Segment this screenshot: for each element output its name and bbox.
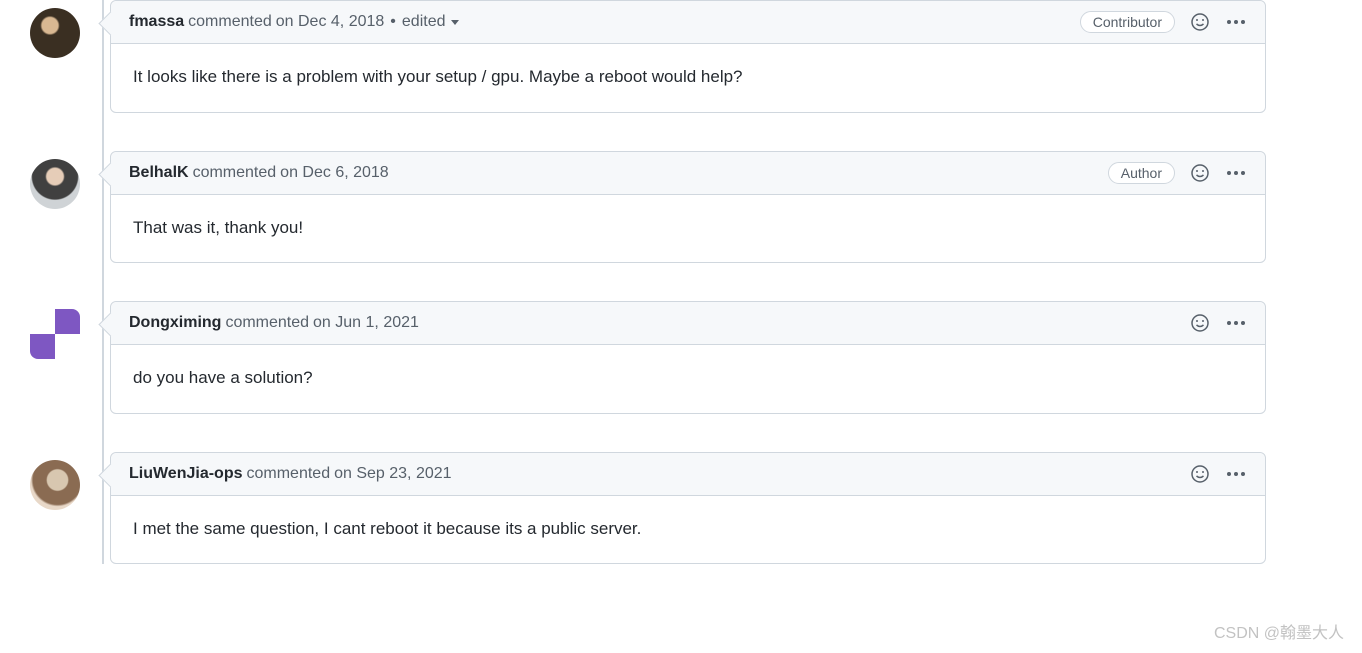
comment-meta: BelhalK commented on Dec 6, 2018 bbox=[129, 164, 389, 182]
comment-body: I met the same question, I cant reboot i… bbox=[111, 496, 1265, 564]
commented-label: commented bbox=[193, 164, 277, 182]
watermark-text: CSDN @翰墨大人 bbox=[1214, 619, 1344, 643]
author-link[interactable]: LiuWenJia-ops bbox=[129, 465, 243, 483]
comment-timeline: fmassa commented on Dec 4, 2018 • edited… bbox=[0, 0, 1362, 564]
commented-label: commented bbox=[247, 465, 331, 483]
comment-meta: fmassa commented on Dec 4, 2018 • edited bbox=[129, 13, 459, 31]
timestamp-link[interactable]: on Dec 4, 2018 bbox=[276, 13, 385, 31]
commented-label: commented bbox=[188, 13, 272, 31]
edited-dropdown[interactable]: edited bbox=[402, 13, 460, 31]
comment-actions: Author bbox=[1108, 162, 1247, 184]
comment-header: fmassa commented on Dec 4, 2018 • edited… bbox=[111, 1, 1265, 44]
comment-item: BelhalK commented on Dec 6, 2018 Author … bbox=[30, 151, 1362, 264]
comment-box: fmassa commented on Dec 4, 2018 • edited… bbox=[110, 0, 1266, 113]
author-link[interactable]: BelhalK bbox=[129, 164, 189, 182]
comment-header: LiuWenJia-ops commented on Sep 23, 2021 bbox=[111, 453, 1265, 496]
comment-actions bbox=[1189, 463, 1247, 485]
comment-item: LiuWenJia-ops commented on Sep 23, 2021 … bbox=[30, 452, 1362, 565]
timestamp-link[interactable]: on Dec 6, 2018 bbox=[280, 164, 389, 182]
caret-down-icon bbox=[451, 20, 459, 25]
emoji-react-icon[interactable] bbox=[1189, 463, 1211, 485]
kebab-menu-icon[interactable] bbox=[1225, 171, 1247, 175]
separator-dot: • bbox=[390, 13, 396, 31]
comment-header: BelhalK commented on Dec 6, 2018 Author bbox=[111, 152, 1265, 195]
comment-box: BelhalK commented on Dec 6, 2018 Author … bbox=[110, 151, 1266, 264]
comment-meta: Dongximing commented on Jun 1, 2021 bbox=[129, 314, 419, 332]
comment-body: That was it, thank you! bbox=[111, 195, 1265, 263]
comment-box: Dongximing commented on Jun 1, 2021 do y… bbox=[110, 301, 1266, 414]
role-badge: Author bbox=[1108, 162, 1175, 184]
emoji-react-icon[interactable] bbox=[1189, 11, 1211, 33]
comment-header: Dongximing commented on Jun 1, 2021 bbox=[111, 302, 1265, 345]
kebab-menu-icon[interactable] bbox=[1225, 20, 1247, 24]
comment-box: LiuWenJia-ops commented on Sep 23, 2021 … bbox=[110, 452, 1266, 565]
avatar[interactable] bbox=[30, 8, 80, 58]
comment-actions: Contributor bbox=[1080, 11, 1247, 33]
avatar[interactable] bbox=[30, 309, 80, 359]
avatar[interactable] bbox=[30, 460, 80, 510]
timestamp-link[interactable]: on Sep 23, 2021 bbox=[334, 465, 451, 483]
timestamp-link[interactable]: on Jun 1, 2021 bbox=[313, 314, 419, 332]
author-link[interactable]: fmassa bbox=[129, 13, 184, 31]
comment-item: Dongximing commented on Jun 1, 2021 do y… bbox=[30, 301, 1362, 414]
comment-meta: LiuWenJia-ops commented on Sep 23, 2021 bbox=[129, 465, 452, 483]
kebab-menu-icon[interactable] bbox=[1225, 321, 1247, 325]
commented-label: commented bbox=[225, 314, 309, 332]
comment-body: It looks like there is a problem with yo… bbox=[111, 44, 1265, 112]
kebab-menu-icon[interactable] bbox=[1225, 472, 1247, 476]
avatar[interactable] bbox=[30, 159, 80, 209]
emoji-react-icon[interactable] bbox=[1189, 312, 1211, 334]
comment-actions bbox=[1189, 312, 1247, 334]
comment-item: fmassa commented on Dec 4, 2018 • edited… bbox=[30, 0, 1362, 113]
author-link[interactable]: Dongximing bbox=[129, 314, 221, 332]
emoji-react-icon[interactable] bbox=[1189, 162, 1211, 184]
role-badge: Contributor bbox=[1080, 11, 1175, 33]
comment-body: do you have a solution? bbox=[111, 345, 1265, 413]
